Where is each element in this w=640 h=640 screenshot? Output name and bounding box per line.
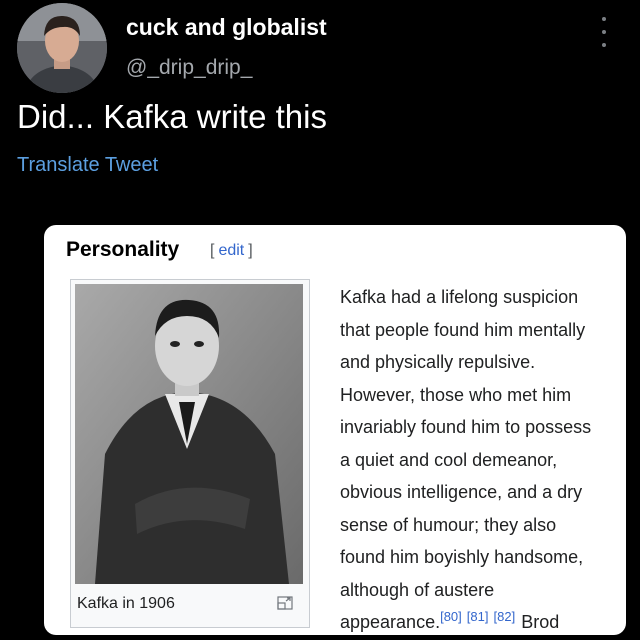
edit-section: [edit] — [210, 242, 253, 260]
user-handle[interactable]: @_drip_drip_ — [126, 56, 252, 80]
more-options-icon[interactable] — [594, 12, 614, 52]
text-line: invariably found him to possess — [340, 417, 592, 437]
display-name[interactable]: cuck and globalist — [126, 14, 327, 41]
text-line-last: appearance.[80] [81] [82] Brod — [340, 606, 624, 635]
text-line: sense of humour; they also — [340, 514, 557, 535]
text-line: Kafka had a lifelong suspicion — [340, 287, 579, 307]
text-fragment: appearance. — [340, 612, 441, 632]
text-line: found him boyishly handsome, — [340, 547, 584, 567]
image-caption: Kafka in 1906 — [77, 595, 175, 612]
text-line: although of austere — [340, 579, 495, 600]
text-line: and physically repulsive. — [340, 352, 536, 372]
section-heading: Personality — [66, 238, 180, 261]
citation-link[interactable]: [82] — [494, 609, 516, 624]
dot — [602, 43, 606, 48]
portrait-photo — [75, 284, 303, 584]
citation-link[interactable]: [81] — [467, 609, 489, 624]
text-fragment: Brod — [521, 612, 560, 632]
avatar[interactable] — [17, 3, 107, 93]
translate-tweet-link[interactable]: Translate Tweet — [17, 154, 158, 177]
dot — [602, 29, 606, 34]
portrait-illustration — [75, 284, 303, 584]
text-line: However, those who met him — [340, 384, 572, 405]
text-line: that people found him mentally — [340, 319, 586, 340]
edit-bracket-close: ] — [248, 242, 253, 259]
embedded-image[interactable]: Personality [edit] Kafka in 1906 Kafka h… — [44, 225, 626, 635]
profile-photo — [17, 3, 107, 93]
citation-link[interactable]: [80] — [440, 609, 462, 624]
article-paragraph: Kafka had a lifelong suspicion that peop… — [340, 281, 624, 635]
text-line: obvious intelligence, and a dry — [340, 482, 583, 502]
text-line: a quiet and cool demeanor, — [340, 449, 558, 470]
dot — [602, 16, 606, 21]
enlarge-icon[interactable] — [277, 596, 293, 610]
edit-link[interactable]: edit — [214, 242, 248, 259]
tweet-text: Did... Kafka write this — [17, 98, 327, 135]
image-thumbnail: Kafka in 1906 — [70, 279, 310, 628]
